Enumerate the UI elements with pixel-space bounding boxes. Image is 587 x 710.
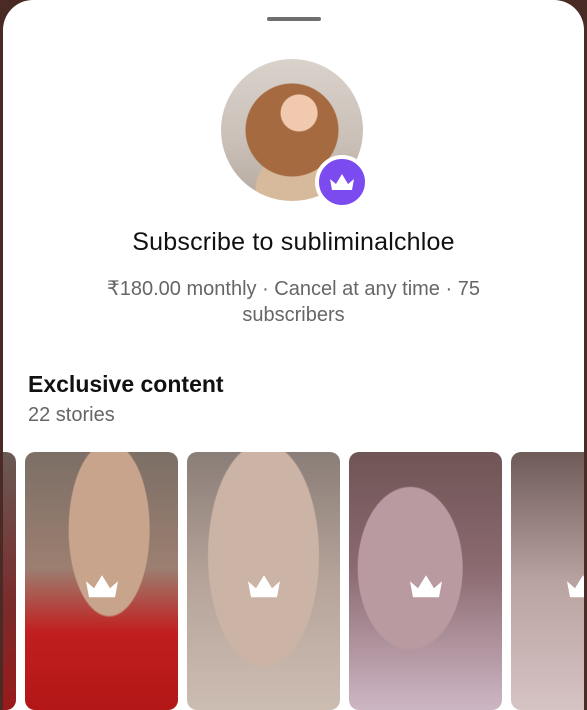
crown-icon — [247, 575, 280, 598]
story-card[interactable] — [187, 452, 340, 710]
drag-handle[interactable] — [267, 17, 321, 21]
stories-carousel[interactable] — [3, 452, 584, 710]
story-card[interactable] — [25, 452, 178, 710]
story-card[interactable] — [511, 452, 584, 710]
crown-icon — [330, 174, 354, 190]
profile-avatar-container — [221, 59, 369, 209]
subscription-details: ₹180.00 monthly · Cancel at any time · 7… — [107, 278, 480, 326]
crown-icon — [85, 575, 118, 598]
story-card[interactable] — [349, 452, 502, 710]
page-title: Subscribe to subliminalchloe — [132, 228, 455, 256]
subscription-sheet: Subscribe to subliminalchloe ₹180.00 mon… — [3, 0, 584, 710]
crown-icon — [567, 575, 584, 598]
crown-icon — [409, 575, 442, 598]
stories-count: 22 stories — [28, 404, 115, 426]
section-title: Exclusive content — [28, 371, 224, 397]
crown-badge — [315, 155, 369, 209]
story-card[interactable] — [3, 452, 16, 710]
